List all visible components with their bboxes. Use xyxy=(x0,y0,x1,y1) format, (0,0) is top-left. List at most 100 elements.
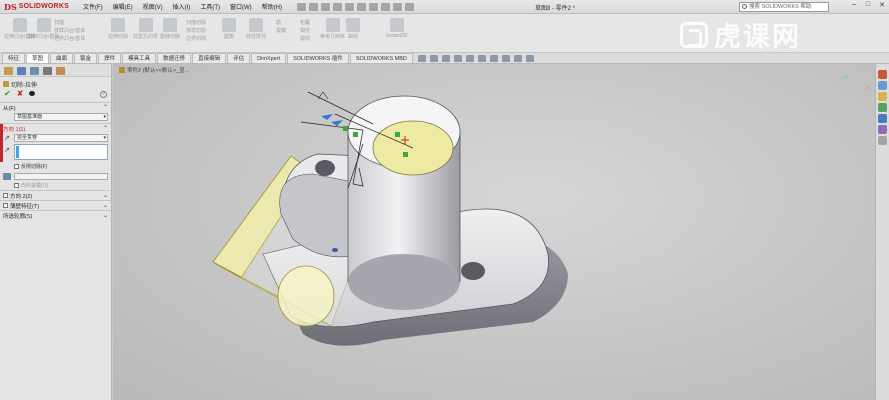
tab-surfaces[interactable]: 曲面 xyxy=(50,53,74,63)
cancel-button[interactable]: ✘ xyxy=(17,89,24,98)
view-orientation-icon[interactable] xyxy=(466,55,474,62)
sweep-button[interactable]: 扫描 xyxy=(54,19,85,27)
chevron-up-icon: ⌃ xyxy=(102,126,108,132)
configuration-manager-icon[interactable] xyxy=(30,67,39,75)
instant3d-button[interactable]: Instant3D xyxy=(386,18,407,39)
direction2-section-header[interactable]: 方向 2(2) ⌄ xyxy=(0,190,111,200)
close-icon[interactable]: ✕ xyxy=(877,1,887,9)
end-condition-select[interactable]: 完全贯穿 ▾ xyxy=(14,134,108,142)
rebuild-icon[interactable] xyxy=(381,2,391,11)
direction1-section-header[interactable]: 方向 1(1) ⌃ xyxy=(0,123,111,133)
checkbox-icon xyxy=(14,164,19,169)
menu-view[interactable]: 视图(V) xyxy=(138,2,168,11)
linear-pattern-button[interactable]: 线性阵列 xyxy=(246,18,266,40)
swept-cut-button[interactable]: 扫描切除 xyxy=(186,19,206,27)
custom-properties-icon[interactable] xyxy=(878,125,887,134)
extruded-cut-button[interactable]: 拉伸切除 xyxy=(108,18,128,40)
property-manager-icon[interactable] xyxy=(17,67,26,75)
boundary-cut-button[interactable]: 边界切除 xyxy=(186,35,206,43)
revolved-cut-button[interactable]: 旋转切除 xyxy=(160,18,180,40)
menu-window[interactable]: 窗口(W) xyxy=(225,2,257,11)
menu-help[interactable]: 帮助(H) xyxy=(257,2,287,11)
pin-icon[interactable] xyxy=(297,2,307,11)
tab-mold-tools[interactable]: 模具工具 xyxy=(122,53,157,63)
design-library-icon[interactable] xyxy=(878,81,887,90)
print-icon[interactable] xyxy=(345,2,355,11)
display-manager-icon[interactable] xyxy=(56,67,65,75)
ok-button[interactable]: ✔ xyxy=(4,89,11,98)
save-icon[interactable] xyxy=(333,2,343,11)
previous-view-icon[interactable] xyxy=(442,55,450,62)
detailed-preview-icon[interactable] xyxy=(29,91,36,96)
tab-evaluate[interactable]: 评估 xyxy=(227,53,251,63)
appearances-icon[interactable] xyxy=(878,114,887,123)
draft-icon[interactable] xyxy=(3,172,11,180)
reverse-direction-icon[interactable]: ↗ xyxy=(4,135,11,142)
intersect-button[interactable]: 相交 xyxy=(300,27,310,35)
mirror-button[interactable]: 镜向 xyxy=(300,35,310,43)
hole-wizard-button[interactable]: 异型孔向导 xyxy=(133,18,158,40)
tab-dimxpert[interactable]: DimXpert xyxy=(251,53,287,63)
view-palette-icon[interactable] xyxy=(878,103,887,112)
tab-data-migration[interactable]: 数据迁移 xyxy=(157,53,192,63)
file-explorer-icon[interactable] xyxy=(878,92,887,101)
maximize-icon[interactable]: □ xyxy=(863,1,873,9)
menu-file[interactable]: 文件(F) xyxy=(78,2,108,11)
graphics-area[interactable]: 零件2 (默认<<默认>_显... ✔ ✕ xyxy=(113,64,875,400)
zoom-area-icon[interactable] xyxy=(430,55,438,62)
file-properties-icon[interactable] xyxy=(393,2,403,11)
new-document-icon[interactable] xyxy=(309,2,319,11)
undo-icon[interactable] xyxy=(357,2,367,11)
zoom-to-fit-icon[interactable] xyxy=(418,55,426,62)
solidworks-resources-icon[interactable] xyxy=(878,70,887,79)
selected-contours-section-header[interactable]: 所选轮廓(S) ⌄ xyxy=(0,210,111,220)
feature-manager-tree-icon[interactable] xyxy=(4,67,13,75)
forum-icon[interactable] xyxy=(878,136,887,145)
curves-button[interactable]: 曲线 xyxy=(346,18,360,40)
tab-addins[interactable]: SOLIDWORKS 插件 xyxy=(287,53,349,63)
tab-sketch[interactable]: 草图 xyxy=(26,53,50,63)
options-gear-icon[interactable] xyxy=(405,2,415,11)
tab-mbd[interactable]: SOLIDWORKS MBD xyxy=(349,53,413,63)
3d-model-view[interactable] xyxy=(113,64,875,400)
menu-edit[interactable]: 编辑(E) xyxy=(108,2,138,11)
solidworks-logo[interactable]: DS SOLIDWORKS xyxy=(0,2,78,12)
selection-highlight xyxy=(16,146,19,158)
boundary-button[interactable]: 边界凸台/基体 xyxy=(54,35,85,43)
dimxpert-manager-icon[interactable] xyxy=(43,67,52,75)
rib-button[interactable]: 筋 xyxy=(276,19,286,27)
direction-selection-box[interactable] xyxy=(14,144,108,160)
from-select[interactable]: 草图基准面 ▾ xyxy=(14,113,108,121)
thin-feature-section-header[interactable]: 薄壁特征(T) ⌄ xyxy=(0,200,111,210)
from-section-header[interactable]: 从(F) ⌃ xyxy=(0,102,111,112)
reverse-cut-checkbox[interactable]: 反侧切除(F) xyxy=(0,162,111,171)
tab-sheet-metal[interactable]: 钣金 xyxy=(74,53,98,63)
fillet-label: 圆角 xyxy=(223,34,234,40)
checkbox-icon[interactable] xyxy=(3,203,8,208)
open-icon[interactable] xyxy=(321,2,331,11)
hide-show-items-icon[interactable] xyxy=(490,55,498,62)
reference-geometry-button[interactable]: 参考几何体 xyxy=(320,18,345,40)
section-view-icon[interactable] xyxy=(454,55,462,62)
display-style-icon[interactable] xyxy=(478,55,486,62)
select-icon[interactable] xyxy=(369,2,379,11)
tab-direct-editing[interactable]: 直接编辑 xyxy=(192,53,227,63)
edit-appearance-icon[interactable] xyxy=(502,55,510,62)
apply-scene-icon[interactable] xyxy=(514,55,522,62)
menu-insert[interactable]: 插入(I) xyxy=(168,2,196,11)
checkbox-icon[interactable] xyxy=(3,193,8,198)
tab-weldments[interactable]: 焊件 xyxy=(98,53,122,63)
draft-button[interactable]: 拔模 xyxy=(276,27,286,35)
help-search-input[interactable]: 搜索 SOLIDWORKS 帮助 xyxy=(739,2,829,12)
view-settings-icon[interactable] xyxy=(526,55,534,62)
fillet-button[interactable]: 圆角 xyxy=(222,18,236,40)
draft-angle-input[interactable] xyxy=(14,172,108,180)
minimize-icon[interactable]: – xyxy=(849,1,859,9)
menu-tools[interactable]: 工具(T) xyxy=(195,2,225,11)
lofted-cut-button[interactable]: 放样切割 xyxy=(186,27,206,35)
help-icon[interactable]: ? xyxy=(100,91,107,98)
draft-outward-checkbox[interactable]: 向外拔模(O) xyxy=(0,181,111,190)
tab-features[interactable]: 特征 xyxy=(2,53,26,63)
wrap-button[interactable]: 包覆 xyxy=(300,19,310,27)
loft-button[interactable]: 放样凸台/基体 xyxy=(54,27,85,35)
